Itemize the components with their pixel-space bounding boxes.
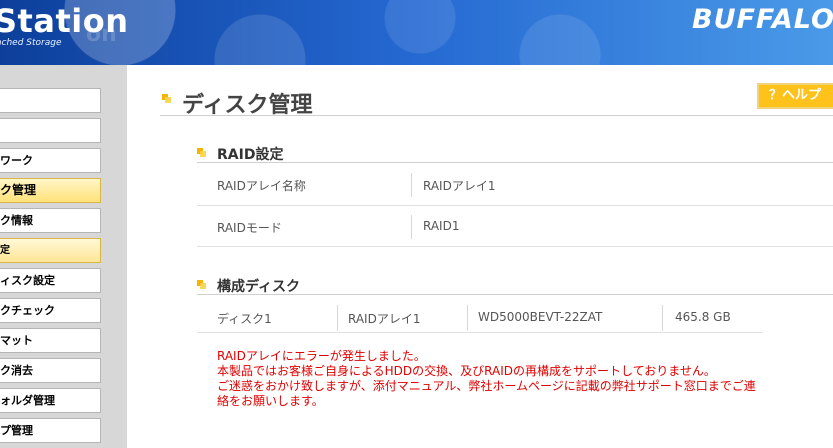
row-divider bbox=[197, 246, 833, 247]
brand-logo: BUFFALO bbox=[691, 4, 833, 35]
sidebar-item-disk-info[interactable]: ク情報 bbox=[0, 208, 101, 233]
column-divider bbox=[411, 173, 412, 197]
error-line: RAIDアレイにエラーが発生しました。 bbox=[217, 349, 426, 363]
raid-array-name-label: RAIDアレイ名称 bbox=[217, 179, 306, 193]
error-line: 絡をお願いします。 bbox=[217, 394, 324, 408]
disk-name-cell: ディスク1 bbox=[217, 312, 272, 326]
column-divider bbox=[411, 215, 412, 239]
sidebar-item-disk-check[interactable]: クチェック bbox=[0, 298, 101, 323]
disk-model-cell: WD5000BEVT-22ZAT bbox=[478, 310, 603, 324]
section-bullet-icon bbox=[197, 148, 206, 157]
title-bullet-icon bbox=[162, 94, 171, 103]
sidebar-item-format[interactable]: マット bbox=[0, 328, 101, 353]
disk-section-divider bbox=[197, 294, 833, 295]
header-banner: Station ached Storage on BUFFALO bbox=[0, 0, 833, 65]
raid-section-divider bbox=[197, 162, 833, 163]
raid-error-message: RAIDアレイにエラーが発生しました。 本製品ではお客様ご自身によるHDDの交換… bbox=[217, 349, 817, 409]
product-watermark: on bbox=[86, 22, 117, 47]
sidebar-item-2[interactable] bbox=[0, 118, 101, 143]
error-line: ご迷惑をおかけ致しますが、添付マニュアル、弊社ホームページに記載の弊社サポート窓… bbox=[217, 379, 756, 393]
sidebar-item-network[interactable]: ワーク bbox=[0, 148, 101, 173]
product-subtitle: ached Storage bbox=[0, 38, 62, 48]
sidebar-item-disk-management[interactable]: ク管理 bbox=[0, 178, 101, 203]
column-divider bbox=[662, 305, 663, 331]
sidebar-nav: ワーク ク管理 ク情報 定 ィスク設定 クチェック マット ク消去 ォルダ管理 … bbox=[0, 65, 127, 448]
app-root: Station ached Storage on BUFFALO ワーク ク管理… bbox=[0, 0, 833, 448]
sidebar-item-disk-settings[interactable]: ィスク設定 bbox=[0, 268, 101, 293]
sidebar-item-disk-erase[interactable]: ク消去 bbox=[0, 358, 101, 383]
disk-section-title: 構成ディスク bbox=[217, 279, 301, 295]
row-divider bbox=[197, 332, 763, 333]
row-divider bbox=[197, 205, 833, 206]
section-bullet-icon bbox=[197, 280, 206, 289]
raid-array-name-value: RAIDアレイ1 bbox=[423, 179, 496, 193]
column-divider bbox=[467, 305, 468, 331]
raid-mode-value: RAID1 bbox=[423, 219, 460, 233]
sidebar-item-raid-settings[interactable]: 定 bbox=[0, 238, 101, 263]
sidebar-item-folder-management[interactable]: ォルダ管理 bbox=[0, 388, 101, 413]
main-content: ディスク管理 ？ヘルプ RAID設定 RAIDアレイ名称 RAIDアレイ1 RA… bbox=[127, 65, 833, 448]
raid-mode-label: RAIDモード bbox=[217, 221, 282, 235]
column-divider bbox=[337, 305, 338, 331]
disk-size-cell: 465.8 GB bbox=[675, 310, 731, 324]
disk-array-cell: RAIDアレイ1 bbox=[348, 312, 421, 326]
sidebar-item-1[interactable] bbox=[0, 88, 101, 113]
title-divider bbox=[160, 115, 833, 116]
raid-section-title: RAID設定 bbox=[217, 147, 284, 163]
help-button[interactable]: ？ヘルプ bbox=[757, 83, 833, 109]
error-line: 本製品ではお客様ご自身によるHDDの交換、及びRAIDの再構成をサポートしており… bbox=[217, 364, 716, 378]
sidebar-item-group-management[interactable]: プ管理 bbox=[0, 418, 101, 443]
